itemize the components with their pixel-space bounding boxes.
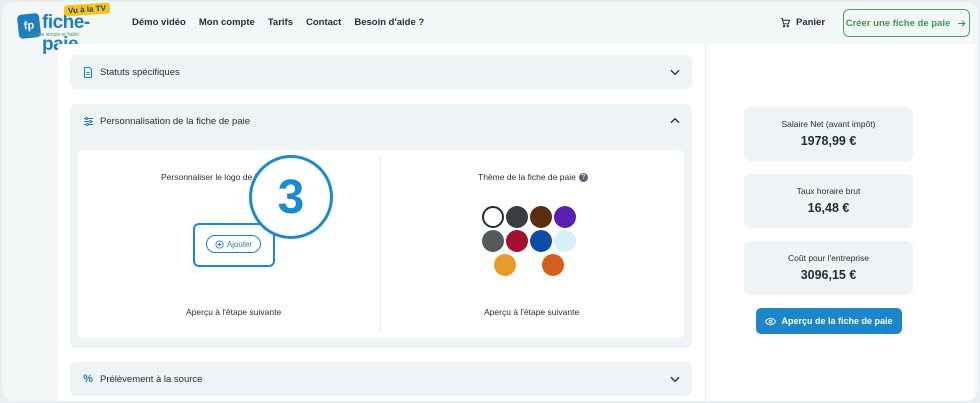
cta-label: Créer une fiche de paie <box>845 17 951 29</box>
theme-swatch-blue[interactable] <box>530 230 552 252</box>
cart-link[interactable]: Panier <box>780 17 825 28</box>
arrow-right-icon <box>958 19 966 27</box>
nav-contact[interactable]: Contact <box>306 17 341 28</box>
accordion-personnalisation-header[interactable]: Personnalisation de la fiche de paie <box>70 104 692 138</box>
logo-column-title: Personnaliser le logo de l' <box>161 172 259 182</box>
payslip-preview-label: Aperçu de la fiche de paie <box>781 316 893 326</box>
hourly-rate-card: Taux horaire brut 16,48 € <box>744 174 913 228</box>
step-highlight-box <box>193 223 275 267</box>
theme-title-text: Thème de la fiche de paie <box>478 172 576 182</box>
theme-column-title: Thème de la fiche de paie? <box>478 172 588 183</box>
site-logo[interactable]: fp fiche-paie Vu à la TV La paie simple … <box>16 2 118 55</box>
theme-swatch-dark-gray[interactable] <box>506 206 528 228</box>
page-frame: fp fiche-paie Vu à la TV La paie simple … <box>2 2 978 401</box>
top-header: fp fiche-paie Vu à la TV La paie simple … <box>2 2 978 55</box>
theme-swatch-brown[interactable] <box>530 206 552 228</box>
hourly-rate-value: 16,48 € <box>807 201 850 215</box>
payslip-preview-button[interactable]: Aperçu de la fiche de paie <box>756 308 902 334</box>
cart-icon <box>780 17 791 28</box>
theme-swatch-white[interactable] <box>482 206 504 228</box>
theme-swatch-orange[interactable] <box>494 254 516 276</box>
theme-swatch-light-blue[interactable] <box>554 230 576 252</box>
accordion-prelevement[interactable]: % Prélèvement à la source <box>70 362 692 396</box>
theme-preview-note: Aperçu à l'étape suivante <box>484 307 580 317</box>
accordion-prelevement-title: Prélèvement à la source <box>100 373 203 385</box>
sliders-icon <box>82 115 94 127</box>
accordion-personnalisation: Personnalisation de la fiche de paie Per… <box>70 104 692 348</box>
create-payslip-button[interactable]: Créer une fiche de paie <box>843 9 970 37</box>
percent-icon: % <box>83 373 93 385</box>
nav-tarifs[interactable]: Tarifs <box>268 17 293 28</box>
employer-cost-value: 3096,15 € <box>800 268 857 282</box>
personnalisation-content: Personnaliser le logo de l' Ajouter 3 Ap… <box>78 150 684 338</box>
chevron-down-icon[interactable] <box>668 65 682 79</box>
nav-mon-compte[interactable]: Mon compte <box>199 17 255 28</box>
net-salary-card: Salaire Net (avant impôt) 1978,99 € <box>744 107 913 161</box>
help-icon[interactable]: ? <box>578 173 588 183</box>
eye-icon <box>765 317 777 325</box>
theme-swatch-dark-orange[interactable] <box>542 254 564 276</box>
employer-cost-label: Coût pour l'entreprise <box>788 253 869 263</box>
hourly-rate-label: Taux horaire brut <box>796 186 861 196</box>
accordion-personnalisation-title: Personnalisation de la fiche de paie <box>100 115 250 127</box>
logo-preview-note: Aperçu à l'étape suivante <box>186 307 282 317</box>
form-panel: Statuts spécifiques Personnalisation de … <box>58 44 705 401</box>
theme-swatch-gray[interactable] <box>482 230 504 252</box>
accordion-prelevement-header[interactable]: % Prélèvement à la source <box>70 362 692 396</box>
document-icon <box>82 66 94 78</box>
accordion-statuts[interactable]: Statuts spécifiques <box>70 55 692 89</box>
net-salary-label: Salaire Net (avant impôt) <box>781 119 876 129</box>
nav-besoin-aide[interactable]: Besoin d'aide ? <box>354 17 424 28</box>
accordion-statuts-title: Statuts spécifiques <box>100 66 180 78</box>
employer-cost-card: Coût pour l'entreprise 3096,15 € <box>744 241 913 295</box>
theme-swatch-red[interactable] <box>506 230 528 252</box>
chevron-down-icon[interactable] <box>668 372 682 386</box>
theme-swatch-purple[interactable] <box>554 206 576 228</box>
main-nav: Démo vidéo Mon compte Tarifs Contact Bes… <box>132 17 424 28</box>
accordion-statuts-header[interactable]: Statuts spécifiques <box>70 55 692 89</box>
nav-demo-video[interactable]: Démo vidéo <box>132 17 186 28</box>
logo-tagline: La paie simple et fiable <box>28 32 80 38</box>
chevron-up-icon[interactable] <box>668 114 682 128</box>
column-divider <box>380 156 381 332</box>
summary-panel: Salaire Net (avant impôt) 1978,99 € Taux… <box>705 44 975 401</box>
cart-label: Panier <box>796 17 826 28</box>
step-number-badge: 3 <box>249 155 333 239</box>
net-salary-value: 1978,99 € <box>800 134 857 148</box>
